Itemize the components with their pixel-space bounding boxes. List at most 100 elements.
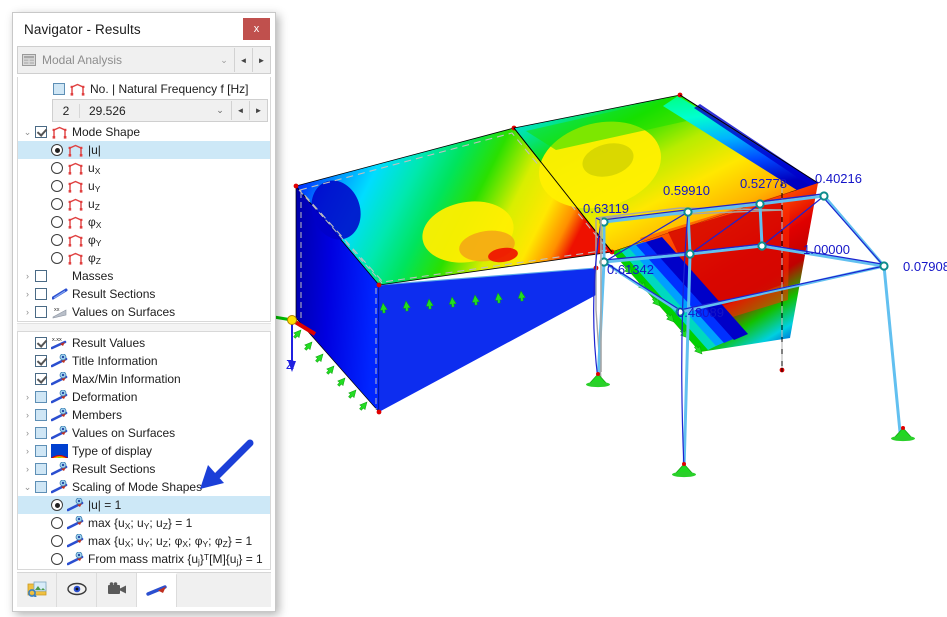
tree-row-mode-shape[interactable]: ⌄ Mode Shape <box>18 123 270 141</box>
frame-icon <box>69 82 86 96</box>
tree-row-type-of-display[interactable]: › Type of display <box>18 442 270 460</box>
svg-text:1.00000: 1.00000 <box>803 242 850 257</box>
tree-row-values-on-surfaces-display[interactable]: › Values on Surfaces <box>18 424 270 442</box>
tree-row-component-phix[interactable]: φX <box>18 213 270 231</box>
tree-row-component-u[interactable]: |u| <box>18 141 270 159</box>
component-label: u <box>88 178 95 193</box>
component-radio[interactable] <box>51 216 63 228</box>
chevron-down-icon[interactable]: ⌄ <box>20 482 35 493</box>
tree-row-scaling-of-mode-shapes[interactable]: ⌄ Scaling of Mode Shapes <box>18 478 270 496</box>
svg-text:0.61342: 0.61342 <box>607 262 654 277</box>
chevron-right-icon[interactable]: › <box>20 464 35 474</box>
component-radio[interactable] <box>51 252 63 264</box>
scaling-radio[interactable] <box>51 517 63 529</box>
chevron-right-icon[interactable]: › <box>20 392 35 402</box>
chevron-right-icon[interactable]: › <box>20 307 35 317</box>
component-radio[interactable] <box>51 234 63 246</box>
title-information-checkbox[interactable] <box>35 355 47 367</box>
result-sections-display-checkbox[interactable] <box>35 463 47 475</box>
mode-prev-button[interactable]: ◄ <box>231 101 249 120</box>
navigator-toolbar[interactable] <box>17 572 271 607</box>
mode-frequency-value: 29.526 <box>89 103 126 118</box>
tree-row-result-sections[interactable]: › Result Sections <box>18 285 270 303</box>
deformation-checkbox[interactable] <box>35 391 47 403</box>
chevron-right-icon[interactable]: › <box>20 289 35 299</box>
display-icon <box>67 552 84 566</box>
tree-row-scaling-mass-matrix[interactable]: From mass matrix {uj}T[M]{uj} = 1 <box>18 550 270 568</box>
component-label: φ <box>88 250 96 265</box>
masses-checkbox[interactable] <box>35 270 47 282</box>
chevron-right-icon[interactable]: › <box>20 446 35 456</box>
result-values-checkbox[interactable] <box>35 337 47 349</box>
tree-row-result-sections-display[interactable]: › Result Sections <box>18 460 270 478</box>
display-icon <box>51 354 68 368</box>
scaling-radio[interactable] <box>51 499 63 511</box>
svg-text:x.xx: x.xx <box>52 337 62 343</box>
tree-row-component-uz[interactable]: uZ <box>18 195 270 213</box>
scaling-of-mode-shapes-checkbox[interactable] <box>35 481 47 493</box>
tree-row-maxmin-information[interactable]: › Max/Min Information <box>18 370 270 388</box>
scaling-option-label: |u| = 1 <box>88 498 122 512</box>
result-sections-checkbox[interactable] <box>35 288 47 300</box>
natural-frequency-checkbox[interactable] <box>53 83 65 95</box>
mode-chevron-down-icon[interactable]: ⌄ <box>209 105 231 116</box>
tree-row-values-on-surfaces[interactable]: › xx Values on Surfaces <box>18 303 270 321</box>
tree-row-component-phiz[interactable]: φZ <box>18 249 270 267</box>
svg-text:0.48089: 0.48089 <box>677 305 724 320</box>
display-properties-tree[interactable]: › x.xx Result Values › Title Information… <box>17 331 271 570</box>
tree-row-title-information[interactable]: › Title Information <box>18 352 270 370</box>
scaling-radio[interactable] <box>51 553 63 565</box>
results-navigator-button[interactable] <box>137 573 177 607</box>
close-button[interactable]: x <box>243 18 270 40</box>
mode-shape-checkbox[interactable] <box>35 126 47 138</box>
navigator-results-panel[interactable]: Navigator - Results x Modal Analysis ⌄ ◄… <box>12 12 276 612</box>
chevron-down-icon[interactable]: ⌄ <box>214 55 234 66</box>
scaling-radio[interactable] <box>51 535 63 547</box>
display-icon <box>51 390 68 404</box>
chevron-right-icon[interactable]: › <box>20 271 35 281</box>
views-navigator-button[interactable] <box>97 573 137 607</box>
analysis-prev-button[interactable]: ◄ <box>234 48 252 72</box>
display-icon <box>51 480 68 494</box>
members-checkbox[interactable] <box>35 409 47 421</box>
component-radio[interactable] <box>51 144 63 156</box>
values-on-surfaces-checkbox[interactable] <box>35 306 47 318</box>
tree-row-members[interactable]: › Members <box>18 406 270 424</box>
chevron-right-icon[interactable]: › <box>20 428 35 438</box>
chevron-right-icon[interactable]: › <box>20 410 35 420</box>
analysis-next-button[interactable]: ► <box>252 48 270 72</box>
results-tree-top[interactable]: › No. | Natural Frequency f [Hz] 2 29.52… <box>17 77 271 322</box>
mode-next-button[interactable]: ► <box>249 101 267 120</box>
pane-splitter[interactable] <box>17 323 271 331</box>
component-radio[interactable] <box>51 162 63 174</box>
tree-row-masses[interactable]: › Masses <box>18 267 270 285</box>
tree-row-scaling-max-u[interactable]: max {uX; uY; uZ} = 1 <box>18 514 270 532</box>
display-icon <box>51 408 68 422</box>
component-subscript: X <box>94 165 101 176</box>
component-radio[interactable] <box>51 180 63 192</box>
analysis-type-combobox[interactable]: Modal Analysis ⌄ ◄ ► <box>17 46 271 74</box>
type-of-display-checkbox[interactable] <box>35 445 47 457</box>
tree-row-component-uy[interactable]: uY <box>18 177 270 195</box>
panel-title: Navigator - Results <box>24 21 141 37</box>
tree-row-result-values[interactable]: › x.xx Result Values <box>18 334 270 352</box>
maxmin-information-checkbox[interactable] <box>35 373 47 385</box>
tree-row-scaling-u-equals-1[interactable]: |u| = 1 <box>18 496 270 514</box>
frame-icon <box>67 251 84 265</box>
chevron-down-icon[interactable]: ⌄ <box>20 127 35 138</box>
component-radio[interactable] <box>51 198 63 210</box>
display-navigator-button[interactable] <box>57 573 97 607</box>
component-label: u <box>88 196 95 211</box>
frame-icon <box>67 233 84 247</box>
project-navigator-button[interactable] <box>17 573 57 607</box>
tree-item-label: Type of display <box>72 444 153 458</box>
mode-shape-label: Mode Shape <box>72 125 141 139</box>
tree-row-deformation[interactable]: › Deformation <box>18 388 270 406</box>
tree-row-component-ux[interactable]: uX <box>18 159 270 177</box>
tree-row-scaling-max-u-phi[interactable]: max {uX; uY; uZ; φX; φY; φZ} = 1 <box>18 532 270 550</box>
tree-row-component-phiy[interactable]: φY <box>18 231 270 249</box>
values-on-surfaces-display-checkbox[interactable] <box>35 427 47 439</box>
rainbow-icon <box>51 444 68 458</box>
tree-row-natural-frequency[interactable]: › No. | Natural Frequency f [Hz] <box>18 77 270 98</box>
mode-selector-spinner[interactable]: 2 29.526 ⌄ ◄ ► <box>52 99 268 122</box>
